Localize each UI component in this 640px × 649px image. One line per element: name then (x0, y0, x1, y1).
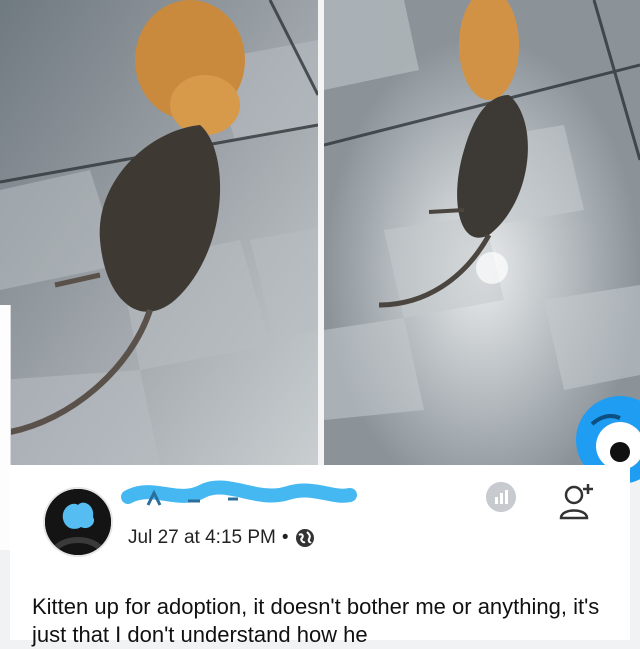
avatar[interactable] (43, 487, 113, 557)
post-timestamp-row: Jul 27 at 4:15 PM • (128, 527, 315, 549)
redacted-name-scribble (121, 480, 357, 506)
post-timestamp[interactable]: Jul 27 at 4:15 PM (128, 527, 276, 549)
avatar-image (45, 489, 111, 555)
post-photos[interactable] (0, 0, 640, 484)
stats-icon[interactable] (486, 482, 516, 512)
post-text: Kitten up for adoption, it doesn't bothe… (32, 594, 600, 647)
separator-dot: • (281, 527, 289, 548)
photo-left-image (0, 0, 318, 465)
post-card: Jul 27 at 4:15 PM • Kitten up for adopti… (10, 465, 630, 647)
globe-icon (295, 529, 314, 547)
photo-left[interactable] (0, 0, 318, 465)
add-friend-icon[interactable] (558, 480, 596, 522)
